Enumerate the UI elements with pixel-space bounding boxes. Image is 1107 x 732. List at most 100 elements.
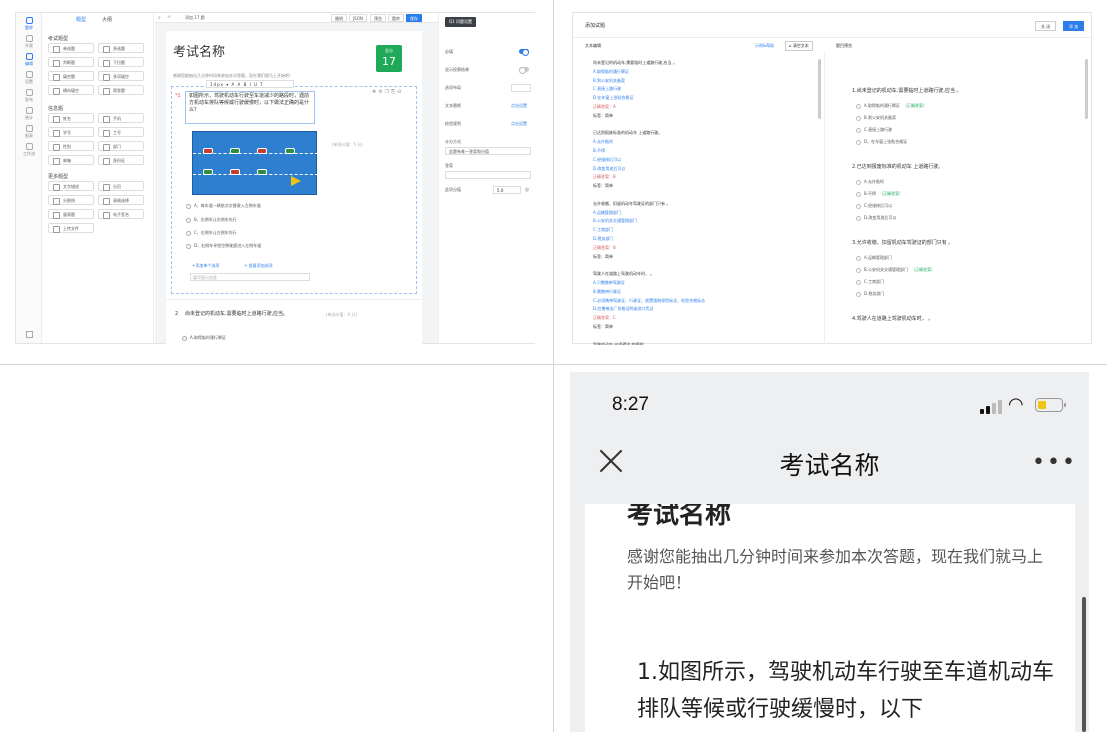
editor-line: 标签：简单: [593, 324, 613, 329]
rail-item-stats[interactable]: 统计: [16, 107, 42, 121]
text-editor[interactable]: 尚未登记的机动车,需要临时上道路行驶,应当 。 A.取得临时通行牌证 B.到公安机关…: [585, 53, 825, 345]
question-type-chip[interactable]: 横向填空: [48, 85, 94, 95]
empty-quadrant: [0, 365, 553, 732]
save-button[interactable]: 保存: [406, 14, 422, 22]
option-row[interactable]: A.取得临时通行牌证: [182, 335, 226, 341]
score-input[interactable]: 5.0: [493, 186, 521, 194]
bulk-add-link[interactable]: + 批量添加选项: [244, 263, 273, 269]
question-type-chip[interactable]: 多选题: [98, 43, 144, 53]
editor-scrollbar[interactable]: [818, 59, 821, 119]
rail-item-publish[interactable]: 发布: [16, 89, 42, 103]
preview-option[interactable]: D.税务部门: [856, 291, 884, 297]
question-type-chip[interactable]: 判断题: [48, 57, 94, 67]
show-result-label: 显示投票结果: [445, 67, 469, 72]
preview-option[interactable]: D、在车窗上张贴合格证: [856, 139, 907, 145]
tab-types[interactable]: 题型: [76, 16, 86, 23]
radio-icon: [856, 267, 861, 273]
car-icon: [230, 169, 240, 175]
format-toolbar[interactable]: 14px ▾ A A B I U T: [206, 80, 294, 88]
preview-scrollbar[interactable]: [1085, 59, 1088, 119]
undo-button[interactable]: 撤销: [331, 14, 347, 22]
card-actions-icon[interactable]: ✥⚙❐⎘⊖: [372, 89, 403, 95]
preview-option[interactable]: B.到公安机关备案: [856, 115, 896, 121]
exam-title[interactable]: 考试名称: [173, 41, 225, 60]
question-type-chip[interactable]: 上传文件: [48, 223, 94, 233]
preview-option[interactable]: B.不得 （正确答案）: [856, 191, 903, 197]
question-type-chip[interactable]: 邮箱: [48, 155, 94, 165]
option-row[interactable]: A、每车道一辆依次交替驶入左侧车道: [186, 203, 261, 209]
question-type-chip[interactable]: 姓名: [48, 113, 94, 123]
correct-answer-tag: （正确答案）: [902, 103, 927, 108]
question-type-chip[interactable]: 工号: [98, 127, 144, 137]
question-type-chip[interactable]: 表格选择: [98, 195, 144, 205]
hint-input[interactable]: 填写提示信息: [190, 273, 310, 281]
question-type-chip[interactable]: 手机: [98, 113, 144, 123]
rail-item-appearance[interactable]: 外观: [16, 35, 42, 49]
preview-button[interactable]: 预览: [370, 14, 386, 22]
more-icon[interactable]: •••: [1032, 452, 1077, 474]
preview-option[interactable]: C.经维修后可以: [856, 203, 892, 209]
option-row[interactable]: D、右侧车寻找空隙驶超进入左侧车道: [186, 243, 261, 249]
merge-arrow-icon: [291, 176, 301, 186]
question-type-chip[interactable]: 学号: [48, 127, 94, 137]
add-option-link[interactable]: +添加单个选项: [192, 263, 219, 269]
bank-button[interactable]: 题库: [388, 14, 404, 22]
preview-option[interactable]: A.允许临时: [856, 179, 884, 185]
close-button[interactable]: 关 闭: [1035, 21, 1057, 31]
rail-item-workflow[interactable]: 工作流: [16, 143, 42, 157]
preview-option[interactable]: B.公安机关交通管理部门 （正确答案）: [856, 267, 935, 273]
question-type-chip[interactable]: 多项填空: [98, 71, 144, 81]
json-button[interactable]: JSON: [349, 14, 367, 22]
question-type-chip[interactable]: 下拉题: [98, 57, 144, 67]
preview-option[interactable]: D.改变用途后可以: [856, 215, 896, 221]
search-icon[interactable]: ⌕: [158, 15, 161, 21]
tab-outline[interactable]: 大纲: [102, 16, 112, 23]
editor-screenshot: 题库 外观 编辑 设置 发布 统计 报表 工作流 题型 大纲 考试题型 单选题多…: [0, 0, 553, 364]
question-type-chip[interactable]: 分页: [98, 181, 144, 191]
add-button[interactable]: 添 加: [1063, 21, 1085, 31]
question-type-chip[interactable]: 量表题: [48, 209, 94, 219]
editor-line: D.税务部门: [593, 236, 614, 241]
text-replace-link[interactable]: 点击设置: [511, 103, 527, 109]
rail-item-bank[interactable]: 题库: [16, 17, 42, 31]
question-type-chip[interactable]: 填空题: [48, 71, 94, 81]
rail-item-settings[interactable]: 设置: [16, 71, 42, 85]
example-help-link[interactable]: 示例&帮助: [755, 43, 774, 49]
preview-option[interactable]: C.工商部门: [856, 279, 884, 285]
editor-line: C.经维修后可以: [593, 156, 622, 162]
question-type-chip[interactable]: 分割线: [48, 195, 94, 205]
home-icon[interactable]: [16, 331, 42, 339]
rail-item-report[interactable]: 报表: [16, 125, 42, 139]
show-result-toggle[interactable]: [519, 67, 529, 74]
question-card-1[interactable]: *1 ✥⚙❐⎘⊖ 如图所示，驾驶机动车行驶至车道减少的路段时，遇前方机动车排队等…: [171, 80, 417, 294]
pencil-icon: [25, 53, 33, 60]
rule-link[interactable]: 点击设置: [511, 121, 527, 127]
question-stem-editor[interactable]: 如图所示，驾驶机动车行驶至车道减少的路段时，遇前方机动车排队等候或行驶缓慢时，以…: [185, 91, 315, 124]
answer-select[interactable]: [445, 171, 531, 179]
layout-input[interactable]: [511, 84, 531, 92]
question-type-chip[interactable]: 身份证: [98, 155, 144, 165]
exam-subtitle[interactable]: 感谢您能抽出几分钟时间来参加本次答题，现在我们就马上开始吧！: [173, 73, 293, 79]
score-label: 此项分值: [445, 187, 461, 192]
question-type-chip[interactable]: 性别: [48, 141, 94, 151]
preview-option[interactable]: C.直接上路行驶: [856, 127, 892, 133]
required-toggle[interactable]: [519, 49, 529, 56]
undo-icon[interactable]: ↶: [167, 15, 171, 21]
question-type-chip[interactable]: 部门: [98, 141, 144, 151]
rail-item-edit[interactable]: 编辑: [16, 53, 42, 67]
workflow-icon: [25, 143, 33, 150]
question-type-chip[interactable]: 电子签名: [98, 209, 144, 219]
scoring-select[interactable]: 此题有唯一答案和分值: [445, 147, 531, 155]
preview-option[interactable]: A.运输管理部门: [856, 255, 892, 261]
option-row[interactable]: B、右侧车让右侧车先行: [186, 217, 237, 223]
question-number: *1: [175, 93, 181, 99]
question-type-chip[interactable]: 简答题: [98, 85, 144, 95]
page-scrollbar[interactable]: [1082, 597, 1086, 732]
question-stem[interactable]: 尚未登记的机动车,需要临时上道路行驶,应当。: [185, 311, 303, 318]
question-type-chip[interactable]: 单选题: [48, 43, 94, 53]
preview-option[interactable]: A.取得临时通行牌证 （正确答案）: [856, 103, 927, 109]
clear-text-button[interactable]: ⌂ 清空文本: [785, 41, 813, 51]
option-row[interactable]: C、右侧车让左侧车先行: [186, 230, 237, 236]
question-type-chip[interactable]: 文字描述: [48, 181, 94, 191]
editor-line: A.允许临时: [593, 139, 613, 145]
